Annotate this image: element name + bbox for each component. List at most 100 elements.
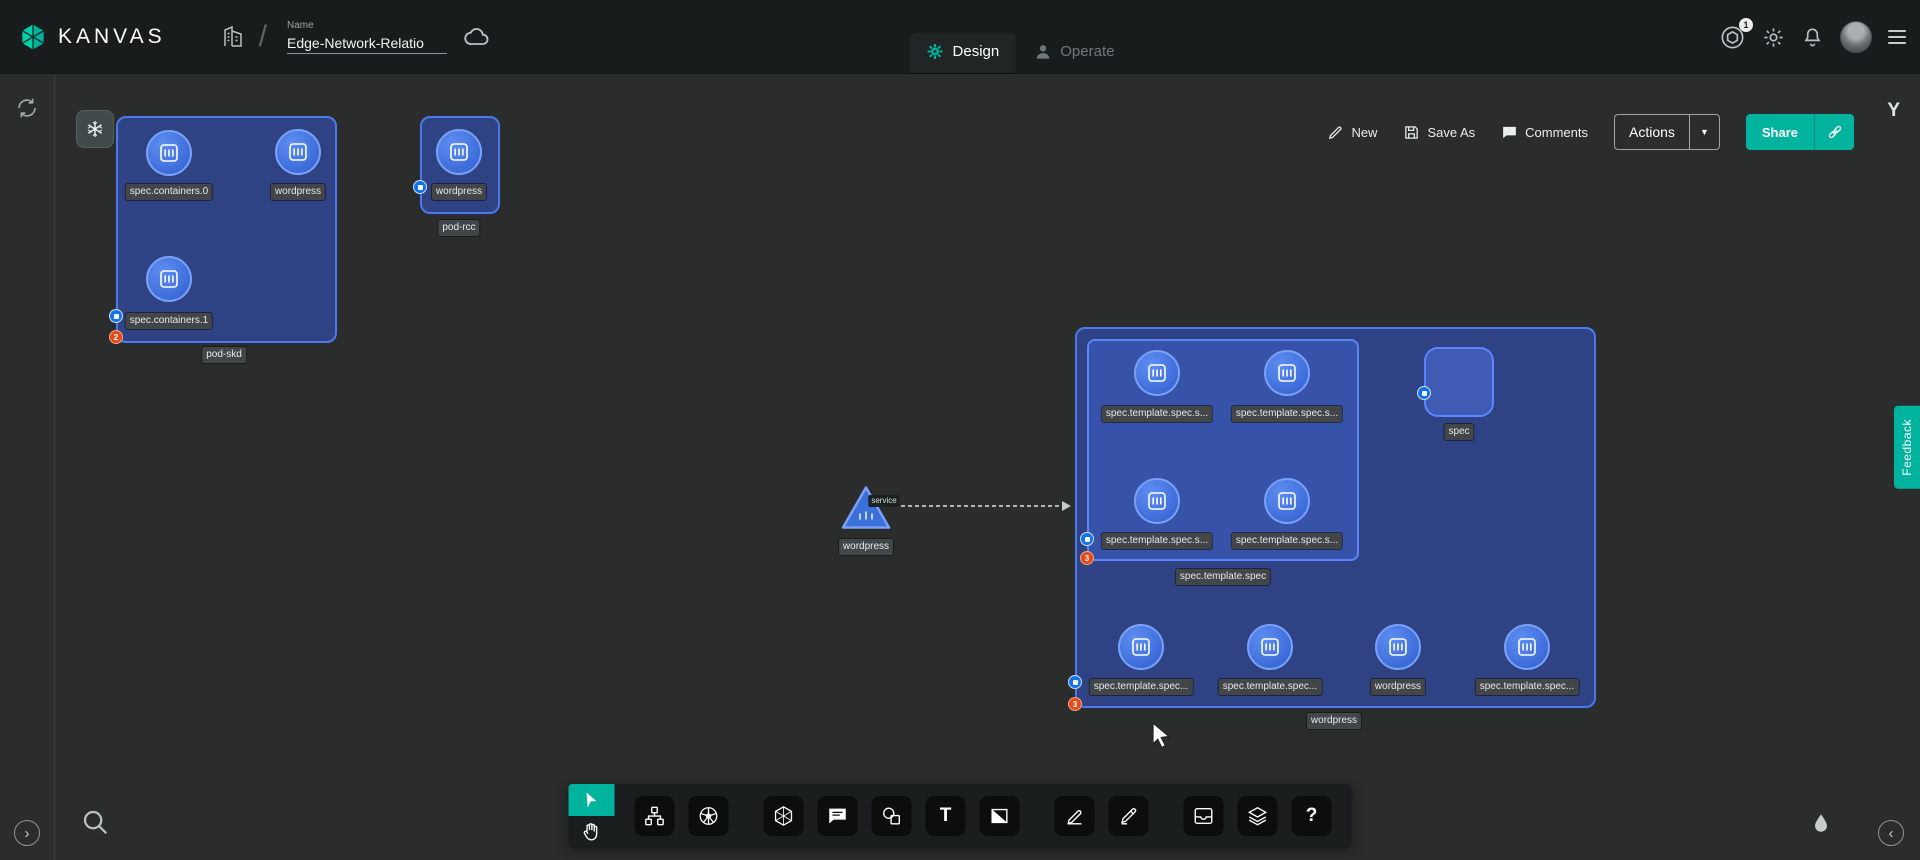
node-label-service: wordpress	[839, 539, 893, 555]
container-icon	[1515, 635, 1539, 659]
save-icon	[1403, 124, 1420, 141]
node-bottom-2[interactable]	[1375, 624, 1421, 670]
mouse-cursor-icon	[1150, 722, 1174, 750]
components-tool-button[interactable]	[635, 796, 675, 836]
pod-badge-icon	[413, 180, 427, 194]
hamburger-icon	[1888, 30, 1906, 32]
node-bottom-1[interactable]	[1247, 624, 1293, 670]
container-icon	[286, 140, 310, 164]
media-icon	[989, 805, 1011, 827]
comment-icon	[1501, 124, 1518, 141]
tab-design[interactable]: Design	[910, 33, 1016, 73]
comment-tool-button[interactable]	[818, 796, 858, 836]
node-spec[interactable]	[1424, 347, 1494, 417]
group-label-pod-rcc: pod-rcc	[438, 220, 479, 236]
container-icon	[1145, 361, 1169, 385]
node-template-container-1[interactable]	[1264, 350, 1310, 396]
layers-tool-button[interactable]	[1238, 796, 1278, 836]
yaml-toggle-button[interactable]: Y	[1887, 100, 1900, 122]
sync-icon	[15, 96, 39, 120]
comments-button[interactable]: Comments	[1501, 124, 1588, 141]
hamburger-menu-button[interactable]	[1888, 30, 1906, 44]
header-right-cluster: 1	[1719, 0, 1906, 74]
feedback-tab[interactable]: Feedback	[1894, 406, 1920, 489]
share-group: Share	[1746, 114, 1854, 150]
help-icon: ?	[1306, 805, 1318, 827]
hand-icon	[581, 821, 603, 843]
edge-label: service	[868, 495, 899, 507]
cloud-sync-icon[interactable]	[463, 23, 491, 51]
user-menu-button[interactable]	[1840, 21, 1872, 53]
media-tool-button[interactable]	[980, 796, 1020, 836]
breadcrumb-separator: /	[259, 20, 267, 54]
text-tool-button[interactable]: T	[926, 796, 966, 836]
save-as-button[interactable]: Save As	[1403, 124, 1475, 141]
expand-left-panel-button[interactable]: ›	[14, 820, 40, 846]
select-tool-button[interactable]	[569, 784, 615, 816]
drawer-tool-button[interactable]	[1184, 796, 1224, 836]
design-name-input[interactable]	[287, 33, 447, 54]
snowflake-icon	[85, 119, 105, 139]
node-bottom-0[interactable]	[1118, 624, 1164, 670]
pen-tool-button[interactable]	[1109, 796, 1149, 836]
dock-tools-row: T ?	[615, 784, 1352, 848]
node-label: spec.template.spec...	[1219, 679, 1322, 695]
pen-icon	[1118, 805, 1140, 827]
notification-count-badge: 1	[1739, 18, 1753, 32]
copy-link-button[interactable]	[1814, 114, 1854, 150]
chevron-left-icon: ‹	[1889, 826, 1894, 841]
components-icon	[644, 805, 666, 827]
node-spec-containers-0[interactable]	[146, 130, 192, 176]
container-icon	[1275, 361, 1299, 385]
node-label: spec.template.spec...	[1090, 679, 1193, 695]
kanvas-logo[interactable]: KANVAS	[18, 22, 166, 52]
share-button[interactable]: Share	[1746, 114, 1814, 150]
tab-operate[interactable]: Operate	[1017, 33, 1130, 73]
node-wordpress-container[interactable]	[275, 129, 321, 175]
organization-icon[interactable]	[221, 25, 245, 49]
meshery-tool-button[interactable]	[764, 796, 804, 836]
node-wordpress-service[interactable]	[839, 484, 893, 537]
app-header: KANVAS / Name Design Opera	[0, 0, 1920, 74]
notifications-button[interactable]	[1801, 26, 1824, 49]
node-label: wordpress	[1371, 679, 1425, 695]
node-template-container-3[interactable]	[1264, 478, 1310, 524]
node-template-container-0[interactable]	[1134, 350, 1180, 396]
settings-button[interactable]	[1762, 26, 1785, 49]
node-label: wordpress	[432, 184, 486, 200]
container-icon	[157, 267, 181, 291]
node-wordpress-container[interactable]	[436, 129, 482, 175]
container-icon	[157, 141, 181, 165]
node-label: spec.template.spec.s...	[1232, 406, 1342, 422]
group-label-pod-skd: pod-skd	[202, 347, 246, 363]
kubernetes-tool-button[interactable]	[689, 796, 729, 836]
canvas-action-bar: New Save As Comments Actions ▼ Share	[1327, 114, 1854, 150]
node-bottom-3[interactable]	[1504, 624, 1550, 670]
shapes-icon	[881, 805, 903, 827]
service-edge	[894, 505, 1066, 507]
shapes-tool-button[interactable]	[872, 796, 912, 836]
help-tool-button[interactable]: ?	[1292, 796, 1332, 836]
cluster-context-button[interactable]	[76, 110, 114, 148]
node-spec-containers-1[interactable]	[146, 256, 192, 302]
new-button[interactable]: New	[1327, 124, 1377, 141]
group-label-spec-template-spec: spec.template.spec	[1176, 569, 1270, 585]
node-template-container-2[interactable]	[1134, 478, 1180, 524]
pan-tool-button[interactable]	[569, 816, 615, 848]
link-icon	[1826, 123, 1844, 141]
group-spec-template-spec[interactable]	[1087, 339, 1359, 561]
actions-dropdown-button[interactable]: Actions ▼	[1614, 114, 1720, 150]
pencil-tool-button[interactable]	[1055, 796, 1095, 836]
pod-badge-icon	[1080, 532, 1094, 546]
design-canvas[interactable]: › spec.containers.0 wordpress spec.conta…	[0, 74, 1920, 860]
theme-ink-button[interactable]	[1808, 811, 1834, 840]
tab-design-label: Design	[953, 43, 1000, 60]
chevron-down-icon: ▼	[1689, 115, 1719, 149]
sync-button[interactable]	[15, 96, 39, 120]
design-gear-icon	[926, 42, 945, 61]
zoom-button[interactable]	[80, 807, 110, 840]
container-icon	[447, 140, 471, 164]
collapse-right-panel-button[interactable]: ‹	[1878, 820, 1904, 846]
container-icon	[1258, 635, 1282, 659]
extensions-button[interactable]: 1	[1719, 24, 1746, 51]
